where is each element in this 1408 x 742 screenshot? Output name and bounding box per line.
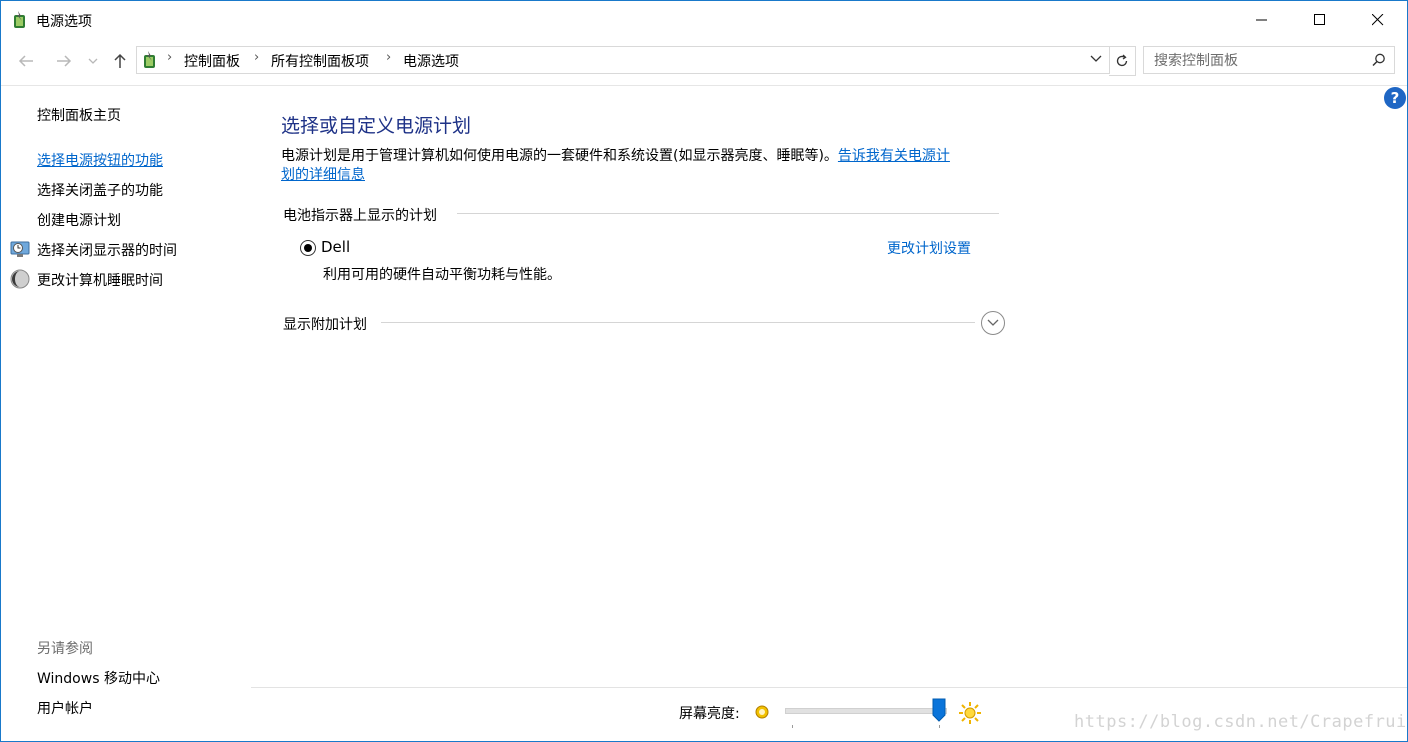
bright-sun-icon (959, 702, 981, 724)
recent-locations-button[interactable] (83, 49, 103, 73)
slider-tick (939, 725, 940, 728)
close-button[interactable] (1349, 1, 1407, 39)
group-divider (381, 322, 975, 323)
search-box[interactable] (1143, 46, 1395, 74)
sidebar-item-mobility-center[interactable]: Windows 移动中心 (37, 668, 160, 688)
back-button[interactable] (13, 49, 39, 73)
breadcrumb-all-items[interactable]: 所有控制面板项 (271, 51, 369, 71)
maximize-button[interactable] (1291, 1, 1349, 39)
expand-additional-plans-button[interactable] (981, 311, 1005, 335)
slider-tick (792, 725, 793, 728)
sidebar-item-sleep-time[interactable]: 更改计算机睡眠时间 (37, 270, 163, 290)
plan-description: 利用可用的硬件自动平衡功耗与性能。 (323, 267, 561, 283)
group-divider (457, 213, 999, 214)
refresh-icon (1116, 54, 1128, 67)
power-options-icon (14, 11, 25, 28)
page-title: 选择或自定义电源计划 (281, 115, 472, 137)
breadcrumb-power-options[interactable]: 电源选项 (403, 51, 459, 71)
minimize-icon (1256, 19, 1267, 21)
moon-icon (10, 269, 30, 289)
title-bar: 电源选项 (1, 1, 1407, 39)
power-options-icon (144, 51, 155, 68)
brightness-divider (251, 687, 1407, 688)
watermark: https://blog.csdn.net/Crapefruit (1074, 712, 1408, 732)
refresh-button[interactable] (1109, 46, 1136, 76)
sidebar-item-display-off[interactable]: 选择关闭显示器的时间 (37, 240, 177, 260)
chevron-down-icon (987, 319, 999, 326)
power-options-window: 电源选项 › 控制面板 › 所有控制面板项 › 电源选项 搜索控制面板 ? 控制… (0, 0, 1408, 742)
chevron-down-icon[interactable] (1089, 53, 1103, 65)
plan-radio-dell[interactable] (300, 240, 316, 256)
chevron-right-icon: › (167, 50, 173, 65)
help-button[interactable]: ? (1384, 87, 1406, 109)
dim-sun-icon (755, 705, 769, 719)
sidebar-item-lid-close[interactable]: 选择关闭盖子的功能 (37, 180, 163, 200)
brightness-label: 屏幕亮度: (679, 706, 740, 722)
learn-more-link-line1: 告诉我有关电源计 (837, 148, 950, 164)
maximize-icon (1314, 14, 1325, 25)
minimize-button[interactable] (1233, 1, 1291, 39)
change-plan-settings-link[interactable]: 更改计划设置 (887, 238, 971, 258)
search-icon[interactable] (1372, 53, 1386, 67)
chevron-right-icon: › (254, 50, 260, 65)
display-clock-icon (10, 241, 30, 257)
close-icon (1372, 14, 1384, 26)
forward-button[interactable] (51, 49, 77, 73)
additional-plans-group-label[interactable]: 显示附加计划 (283, 314, 367, 334)
sidebar-home-link[interactable]: 控制面板主页 (37, 105, 121, 125)
navigation-bar: › 控制面板 › 所有控制面板项 › 电源选项 (1, 39, 1407, 83)
sidebar-item-power-button[interactable]: 选择电源按钮的功能 (37, 150, 163, 170)
sidebar-item-create-plan[interactable]: 创建电源计划 (37, 210, 121, 230)
description-text: 电源计划是用于管理计算机如何使用电源的一套硬件和系统设置(如显示器亮度、睡眠等)… (281, 148, 838, 164)
brightness-slider-thumb[interactable] (932, 698, 946, 722)
chevron-down-icon (88, 58, 98, 64)
up-arrow-icon (114, 53, 126, 68)
address-bar[interactable]: › 控制面板 › 所有控制面板项 › 电源选项 (136, 46, 1110, 74)
search-input[interactable] (1152, 50, 1366, 72)
learn-more-link-line2: 划的详细信息 (281, 167, 365, 183)
breadcrumb-control-panel[interactable]: 控制面板 (184, 51, 240, 71)
back-arrow-icon (18, 55, 33, 67)
sidebar-item-user-accounts[interactable]: 用户帐户 (37, 698, 93, 718)
brightness-slider-track[interactable] (785, 708, 947, 714)
battery-plans-group-label: 电池指示器上显示的计划 (283, 208, 437, 224)
up-button[interactable] (107, 49, 133, 73)
window-title: 电源选项 (36, 14, 92, 30)
page-description: 电源计划是用于管理计算机如何使用电源的一套硬件和系统设置(如显示器亮度、睡眠等)… (281, 147, 1001, 185)
nav-divider (1, 85, 1407, 86)
chevron-right-icon: › (386, 50, 392, 65)
plan-name[interactable]: Dell (321, 238, 350, 256)
forward-arrow-icon (57, 55, 72, 67)
see-also-header: 另请参阅 (37, 641, 93, 657)
